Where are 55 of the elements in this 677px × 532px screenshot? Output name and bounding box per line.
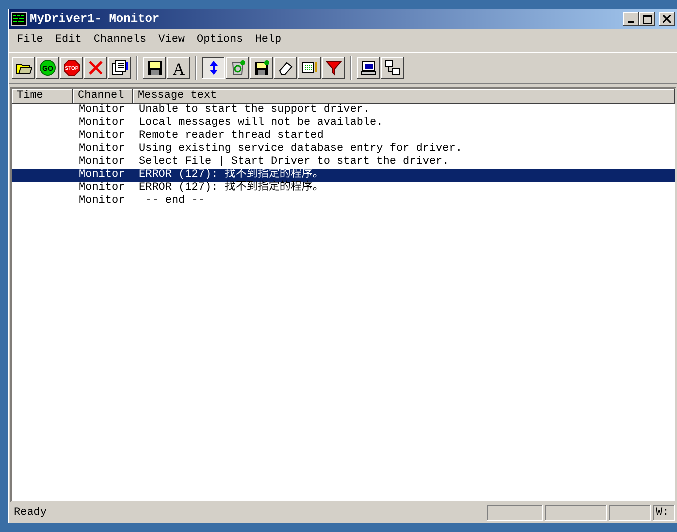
status-panel: W: xyxy=(653,505,675,521)
message-cell-text: Remote reader thread started xyxy=(138,130,324,142)
toolbar-button[interactable]: A xyxy=(167,56,190,78)
close-button[interactable] xyxy=(659,12,675,26)
computer-icon xyxy=(360,60,376,76)
floppy-icon xyxy=(146,60,162,76)
log-row[interactable]: Monitor Local messages will not be available. xyxy=(12,116,675,130)
delete-icon xyxy=(88,60,104,76)
message-cell-text: -- end -- xyxy=(144,194,206,208)
message-cell-text: Select File | Start Driver to start the driver. xyxy=(138,156,450,168)
status-panel xyxy=(545,505,607,521)
floppy-icon xyxy=(254,60,270,76)
log-row[interactable]: Monitor ERROR (127): 找不到指定的程序。 xyxy=(12,182,675,194)
column-header[interactable]: Channel xyxy=(73,88,133,104)
app-icon xyxy=(11,12,27,26)
message-cell-text: Local messages will not be available. xyxy=(138,116,384,130)
message-cell-text: Unable to start the support driver. xyxy=(138,104,370,116)
maximize-icon xyxy=(642,14,652,24)
channel-cell-text: Monitor xyxy=(78,130,126,142)
column-header[interactable]: Message text xyxy=(133,88,675,104)
filter-icon xyxy=(326,60,342,76)
window-title: MyDriver1- Monitor xyxy=(30,11,160,28)
message-cell-text: Using existing service database entry for driver. xyxy=(138,142,462,156)
menu-item[interactable]: Edit xyxy=(49,31,88,50)
log-row[interactable]: Monitor Unable to start the support driver. xyxy=(12,104,675,116)
menu-item[interactable]: Channels xyxy=(88,31,153,50)
log-row[interactable]: Monitor Remote reader thread started xyxy=(12,130,675,142)
status-panel xyxy=(609,505,651,521)
channel-cell-text: Monitor xyxy=(78,116,126,130)
status-panel xyxy=(487,505,543,521)
menu-item[interactable]: Help xyxy=(249,31,288,50)
maximize-button[interactable] xyxy=(639,12,655,26)
close-icon xyxy=(663,15,671,23)
channel-cell-text: Monitor xyxy=(78,104,126,116)
menu-item[interactable]: View xyxy=(152,31,192,50)
recycle-bin-icon xyxy=(230,60,246,76)
network-icon xyxy=(384,60,400,76)
channel-cell-text: Monitor xyxy=(78,168,126,182)
log-row[interactable]: Monitor -- end -- xyxy=(12,194,675,208)
font-icon: A xyxy=(170,60,186,76)
properties-icon xyxy=(112,60,128,76)
edit-icon xyxy=(302,60,318,76)
channel-cell-text: Monitor xyxy=(78,194,126,208)
minimize-button[interactable] xyxy=(623,12,639,26)
log-row[interactable]: Monitor Select File | Start Driver to start the driver. xyxy=(12,156,675,168)
menu-item[interactable]: File xyxy=(11,31,50,50)
channel-cell-text: Monitor xyxy=(78,182,126,194)
menu-item[interactable]: Options xyxy=(191,31,250,50)
message-cell-text: ERROR (127): 找不到指定的程序。 xyxy=(138,182,324,194)
channel-cell-text: Monitor xyxy=(78,156,126,168)
toolbar-button[interactable] xyxy=(202,56,225,78)
eraser-icon xyxy=(278,60,294,76)
column-header[interactable]: Time xyxy=(12,88,73,104)
channel-cell-text: Monitor xyxy=(78,142,126,156)
log-row[interactable]: Monitor Using existing service database entry for driver. xyxy=(12,142,675,156)
